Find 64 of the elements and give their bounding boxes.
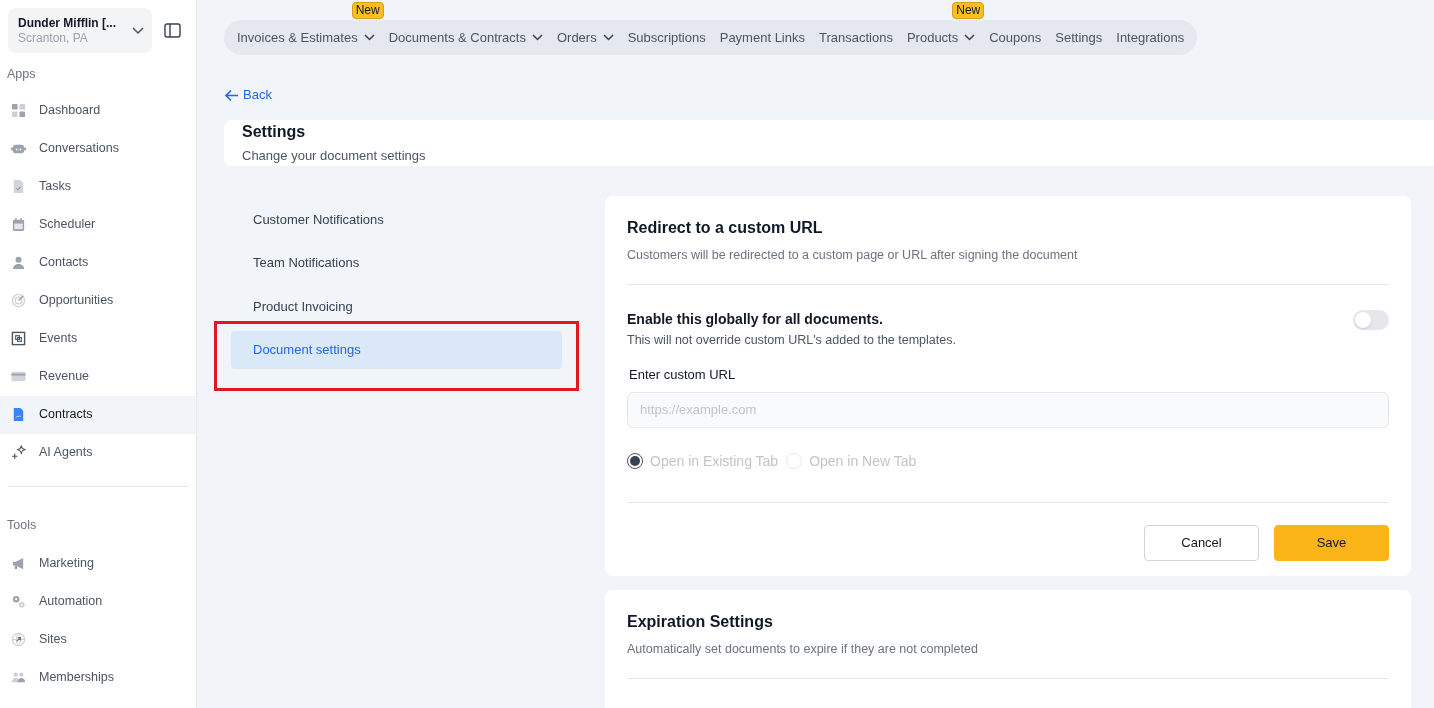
nav-tab[interactable]: Integrations — [1109, 20, 1192, 55]
new-badge: New — [952, 2, 985, 19]
field-label: Enter custom URL — [629, 366, 737, 384]
chevron-down-icon — [132, 26, 144, 35]
sparkle-icon — [11, 445, 26, 461]
sidebar-item[interactable]: Automation — [0, 582, 196, 621]
sidebar-item[interactable]: AI Agents — [0, 433, 196, 472]
sidebar-toggle-icon[interactable] — [164, 23, 181, 38]
globe-icon — [11, 632, 26, 647]
card-description: Customers will be redirected to a custom page or URL after signing the document — [627, 246, 1079, 264]
page-subtitle: Change your document settings — [242, 147, 427, 165]
custom-url-input[interactable]: https://example.com — [627, 391, 1389, 428]
sidebar-item[interactable]: Sites — [0, 620, 196, 659]
settings-menu-item[interactable]: Product Invoicing — [231, 287, 562, 326]
people-icon — [11, 670, 26, 685]
section-heading: Tools — [6, 516, 38, 534]
nav-tab[interactable]: Documents & Contracts — [381, 20, 550, 55]
settings-menu-item[interactable]: Customer Notifications — [231, 200, 562, 239]
sidebar-item[interactable]: Events — [0, 319, 196, 358]
account-switcher[interactable]: Dunder Mifflin [... Scranton, PA — [8, 8, 152, 53]
account-location: Scranton, PA — [18, 30, 89, 46]
section-heading: Apps — [6, 66, 37, 83]
settings-menu-item[interactable]: Document settings — [231, 330, 562, 369]
back-link[interactable]: Back — [224, 86, 272, 104]
nav-tab[interactable]: Orders — [549, 20, 621, 55]
megaphone-icon — [11, 556, 26, 571]
dashboard-icon — [11, 103, 26, 119]
sidebar-item[interactable]: Revenue — [0, 357, 196, 396]
toggle-label: Enable this globally for all documents. — [627, 310, 884, 330]
sidebar-item[interactable]: Tasks — [0, 167, 196, 206]
nav-tab[interactable]: Transactions — [812, 20, 900, 55]
cancel-button[interactable]: Cancel — [1144, 524, 1259, 561]
nav-tab[interactable]: Payment Links — [712, 20, 812, 55]
page-title: Settings — [242, 122, 307, 142]
settings-menu-item[interactable]: Team Notifications — [231, 243, 562, 282]
toggle-hint: This will not override custom URL's added to the templates. — [627, 332, 956, 350]
document-check-icon — [11, 179, 26, 195]
target-icon — [11, 293, 26, 309]
nav-tab[interactable]: Products — [899, 20, 983, 55]
sidebar-item[interactable]: Scheduler — [0, 205, 196, 244]
sidebar-item[interactable]: Contacts — [0, 243, 196, 282]
nav-tab[interactable]: Coupons — [982, 20, 1049, 55]
document-icon — [11, 407, 26, 423]
account-name: Dunder Mifflin [... — [18, 15, 116, 31]
sidebar-item[interactable]: Memberships — [0, 658, 196, 697]
card-description: Automatically set documents to expire if they are not completed — [627, 640, 979, 658]
nav-tab[interactable]: Settings — [1048, 20, 1110, 55]
nav-tab[interactable]: Subscriptions — [620, 20, 713, 55]
sidebar-item[interactable]: Contracts — [0, 395, 196, 434]
frame-icon — [11, 331, 26, 347]
global-toggle[interactable] — [1353, 310, 1389, 331]
save-button[interactable]: Save — [1274, 524, 1389, 561]
nav-tab[interactable]: Invoices & Estimates — [230, 20, 382, 55]
gears-icon — [11, 594, 26, 609]
sidebar-item[interactable]: Conversations — [0, 129, 196, 168]
arrow-left-icon — [224, 88, 239, 102]
sidebar-item[interactable]: Marketing — [0, 544, 196, 583]
sidebar-item[interactable]: Opportunities — [0, 281, 196, 320]
card-title: Redirect to a custom URL — [627, 217, 824, 238]
card-title: Expiration Settings — [627, 611, 774, 632]
new-badge: New — [351, 2, 384, 19]
calendar-icon — [11, 217, 26, 233]
sidebar-item[interactable]: Dashboard — [0, 91, 196, 130]
person-icon — [11, 255, 26, 271]
